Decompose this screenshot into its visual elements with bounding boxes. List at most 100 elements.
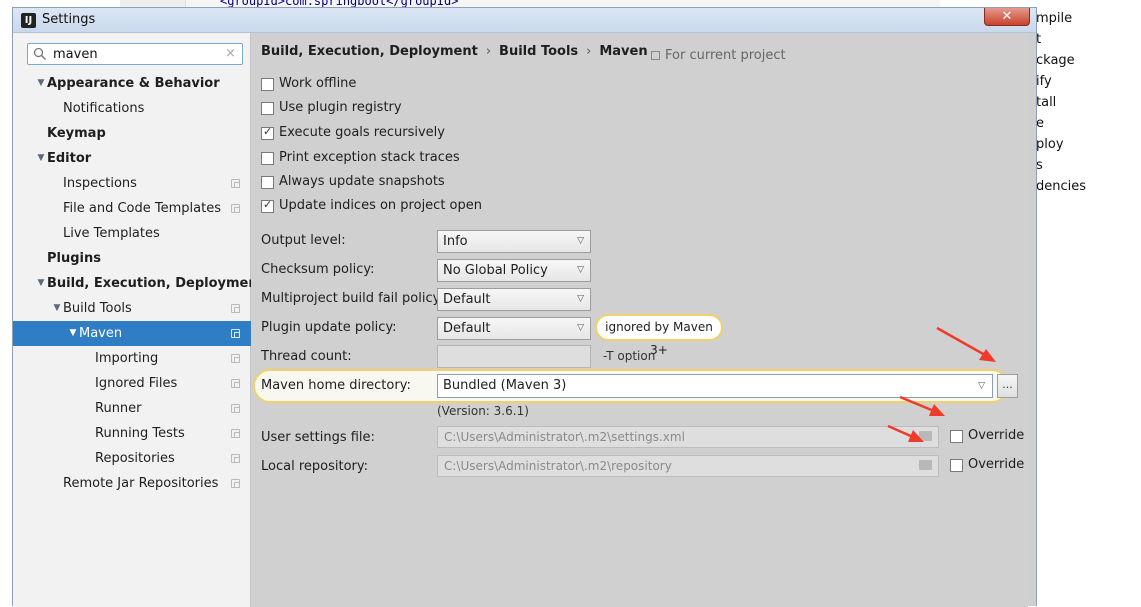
tree-item-build-execution-deployment[interactable]: ▼ Build, Execution, Deployment [13, 271, 264, 296]
window-title: Settings [42, 12, 96, 27]
settings-sidebar: × ▼Appearance & BehaviorNotificationsKey… [13, 33, 264, 607]
tree-item-live-templates[interactable]: Live Templates [13, 221, 251, 246]
tree-item-label: Maven [79, 326, 123, 341]
plugin-update-policy-select[interactable]: Default ▽ [437, 317, 591, 340]
tree-item-editor[interactable]: ▼ Editor [13, 146, 251, 171]
local-repo-label: Local repository: [261, 459, 368, 474]
maven-home-label: Maven home directory: [261, 378, 411, 393]
maven-home-browse-button[interactable]: ... [997, 374, 1018, 398]
checkbox-label: Always update snapshots [279, 174, 445, 189]
maven-version-text: (Version: 3.6.1) [437, 404, 529, 418]
tree-item-ignored-files[interactable]: Ignored Files [13, 371, 251, 396]
settings-dialog: IJ Settings ✕ × ▼Appearance & BehaviorNo… [12, 7, 1037, 607]
background-list-item: ploy [1036, 137, 1064, 152]
for-current-project-note: For current project [651, 48, 786, 63]
tree-item-remote-jar-repositories[interactable]: Remote Jar Repositories [13, 471, 251, 496]
chevron-down-icon: ▽ [577, 294, 584, 304]
multiproject-policy-select[interactable]: Default ▽ [437, 288, 591, 311]
checksum-policy-select[interactable]: No Global Policy ▽ [437, 259, 591, 282]
breadcrumb-maven: Maven [599, 44, 648, 59]
breadcrumb-build: Build, Execution, Deployment [261, 44, 478, 59]
background-list-item: s [1036, 158, 1043, 173]
checkbox-box[interactable] [261, 78, 274, 91]
tree-item-inspections[interactable]: Inspections [13, 171, 251, 196]
thread-count-hint: -T option [603, 349, 656, 363]
background-list-item: tall [1036, 95, 1057, 110]
tree-item-label: Runner [95, 401, 142, 416]
project-scope-icon [231, 429, 240, 438]
background-list-item: ckage [1036, 53, 1075, 68]
tree-item-label: Appearance & Behavior [47, 76, 220, 91]
chevron-down-icon: ▽ [577, 323, 584, 333]
multiproject-policy-value: Default [443, 292, 491, 307]
tree-item-label: File and Code Templates [63, 201, 221, 216]
chevron-down-icon: ▽ [577, 236, 584, 246]
background-list-item: dencies [1036, 179, 1087, 194]
intellij-logo-icon: IJ [21, 13, 36, 28]
folder-icon[interactable] [919, 431, 932, 441]
tree-item-runner[interactable]: Runner [13, 396, 251, 421]
plugin-update-policy-value: Default [443, 321, 491, 336]
search-box[interactable]: × [27, 43, 243, 65]
checkbox-box[interactable] [261, 152, 274, 165]
user-settings-value: C:\Users\Administrator\.m2\settings.xml [444, 430, 685, 444]
override-checkbox[interactable] [950, 430, 963, 443]
expand-arrow-icon[interactable]: ▼ [35, 146, 47, 171]
checkbox-label: Execute goals recursively [279, 125, 445, 140]
expand-arrow-icon[interactable]: ▼ [35, 271, 47, 296]
project-scope-icon [231, 304, 240, 313]
settings-tree: ▼ Appearance & Behavior Notifications Keyma… [13, 71, 264, 496]
background-list-item: mpile [1036, 11, 1073, 26]
checkbox-box[interactable] [261, 102, 274, 115]
local-repo-field[interactable]: C:\Users\Administrator\.m2\repository [437, 455, 939, 477]
tree-item-file-and-code-templates[interactable]: File and Code Templates [13, 196, 251, 221]
checkbox-box[interactable] [261, 198, 274, 213]
tree-item-appearance-behavior[interactable]: ▼ Appearance & Behavior [13, 71, 251, 96]
project-icon [651, 51, 660, 60]
search-input[interactable] [53, 46, 213, 62]
expand-arrow-icon[interactable]: ▼ [35, 71, 47, 96]
project-scope-icon [231, 479, 240, 488]
checksum-policy-label: Checksum policy: [261, 262, 375, 277]
tree-item-label: Importing [95, 351, 159, 366]
maven-home-combo[interactable]: Bundled (Maven 3) ▽ [437, 374, 993, 398]
tree-item-repositories[interactable]: Repositories [13, 446, 251, 471]
clear-search-icon[interactable]: × [225, 46, 236, 61]
tree-item-label: Build, Execution, Deployment [47, 276, 264, 291]
thread-count-input[interactable] [437, 345, 591, 368]
tree-item-keymap[interactable]: Keymap [13, 121, 251, 146]
close-button[interactable]: ✕ [984, 8, 1030, 26]
background-list-item: e [1036, 116, 1044, 131]
tree-item-running-tests[interactable]: Running Tests [13, 421, 251, 446]
tree-item-build-tools[interactable]: ▼ Build Tools [13, 296, 251, 321]
user-settings-label: User settings file: [261, 430, 375, 445]
project-scope-icon [231, 354, 240, 363]
checkbox-box[interactable] [261, 125, 274, 140]
tree-item-label: Notifications [63, 101, 145, 116]
breadcrumb-build-tools: Build Tools [499, 44, 579, 59]
tree-item-label: Build Tools [63, 301, 132, 316]
for-current-project-label: For current project [665, 48, 786, 63]
output-level-select[interactable]: Info ▽ [437, 230, 591, 253]
tree-item-plugins[interactable]: Plugins [13, 246, 251, 271]
override-checkbox[interactable] [950, 459, 963, 472]
plugin-update-policy-label: Plugin update policy: [261, 320, 397, 335]
user-settings-field[interactable]: C:\Users\Administrator\.m2\settings.xml [437, 426, 939, 448]
folder-icon[interactable] [919, 460, 932, 470]
output-level-value: Info [443, 234, 468, 249]
tree-item-label: Inspections [63, 176, 137, 191]
tree-item-maven[interactable]: ▼ Maven [13, 321, 251, 346]
tree-item-importing[interactable]: Importing [13, 346, 251, 371]
tree-item-label: Keymap [47, 126, 106, 141]
project-scope-icon [231, 179, 240, 188]
override-label: Override [968, 457, 1025, 472]
expand-arrow-icon[interactable]: ▼ [51, 296, 63, 321]
breadcrumb-separator: › [586, 44, 592, 59]
project-scope-icon [231, 379, 240, 388]
tree-item-notifications[interactable]: Notifications [13, 96, 251, 121]
ignored-note-badge: ignored by Maven 3+ [595, 314, 723, 357]
tree-item-label: Repositories [95, 451, 175, 466]
checkbox-box[interactable] [261, 176, 274, 189]
multiproject-policy-label: Multiproject build fail policy: [261, 291, 444, 306]
expand-arrow-icon[interactable]: ▼ [67, 321, 79, 346]
